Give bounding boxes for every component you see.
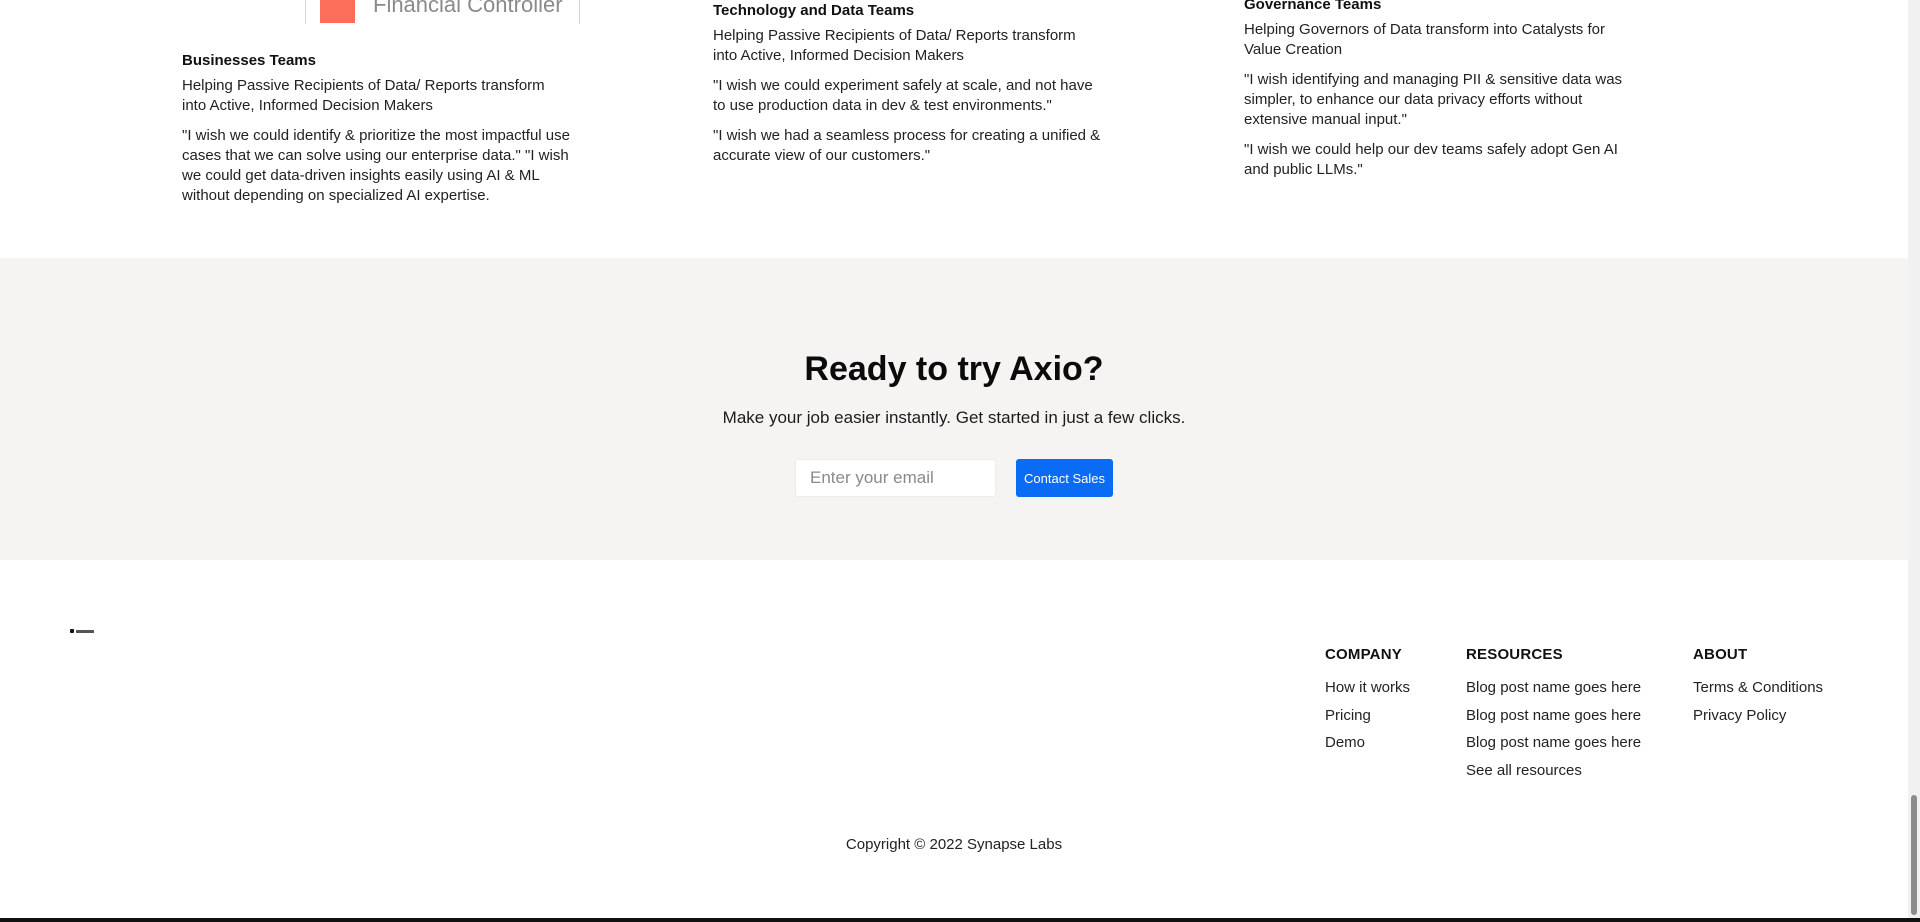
team-title: Businesses Teams [182,52,316,69]
footer-link-see-all-resources[interactable]: See all resources [1466,762,1641,780]
email-input[interactable] [795,459,996,497]
team-quote: "I wish identifying and managing PII & s… [1244,71,1623,128]
footer-link-list: Terms & Conditions Privacy Policy [1693,679,1823,725]
financial-controller-logo-card: Financial Controller [305,0,580,24]
cta-title: Ready to try Axio? [804,350,1104,388]
footer: COMPANY How it works Pricing Demo RESOUR… [0,560,1908,918]
team-description: Helping Governors of Data transform into… [1244,21,1605,58]
page-scrollbar[interactable] [1908,0,1920,918]
bottom-edge-bar [0,918,1920,922]
team-description: Helping Passive Recipients of Data/ Repo… [713,27,1076,64]
logo-square-icon [320,0,355,23]
footer-link-blog-post[interactable]: Blog post name goes here [1466,734,1641,752]
scrollbar-thumb[interactable] [1911,795,1917,915]
footer-link-privacy[interactable]: Privacy Policy [1693,707,1823,725]
team-description: Helping Passive Recipients of Data/ Repo… [182,77,545,114]
footer-column-company: COMPANY How it works Pricing Demo [1325,646,1410,762]
footer-link-terms[interactable]: Terms & Conditions [1693,679,1823,697]
footer-column-title: ABOUT [1693,646,1748,663]
footer-column-about: ABOUT Terms & Conditions Privacy Policy [1693,646,1823,734]
team-card-business: Businesses Teams Helping Passive Recipie… [182,51,572,206]
cta-subtitle: Make your job easier instantly. Get star… [722,408,1186,427]
team-quote: "I wish we could help our dev teams safe… [1244,141,1618,178]
logo-card-label: Financial Controller [373,0,563,17]
footer-link-list: How it works Pricing Demo [1325,679,1410,752]
logo-mark-icon [70,629,74,633]
cta-section: Ready to try Axio? Make your job easier … [0,258,1908,560]
footer-link-blog-post[interactable]: Blog post name goes here [1466,707,1641,725]
footer-link-list: Blog post name goes here Blog post name … [1466,679,1641,780]
team-card-governance: Governance Teams Helping Governors of Da… [1244,0,1634,180]
logo-wordmark-icon [76,630,94,633]
footer-column-resources: RESOURCES Blog post name goes here Blog … [1466,646,1641,789]
team-title: Governance Teams [1244,0,1382,13]
teams-section: Financial Controller Businesses Teams He… [0,0,1908,258]
team-quote: "I wish we could experiment safely at sc… [713,77,1093,114]
footer-link-blog-post[interactable]: Blog post name goes here [1466,679,1641,697]
footer-column-title: COMPANY [1325,646,1402,663]
footer-column-title: RESOURCES [1466,646,1563,663]
team-card-technology: Technology and Data Teams Helping Passiv… [713,1,1103,166]
contact-sales-button[interactable]: Contact Sales [1016,459,1113,497]
footer-link-pricing[interactable]: Pricing [1325,707,1410,725]
team-title: Technology and Data Teams [713,2,915,19]
footer-link-demo[interactable]: Demo [1325,734,1410,752]
footer-logo[interactable] [70,629,94,635]
footer-link-how-it-works[interactable]: How it works [1325,679,1410,697]
team-quote: "I wish we could identify & prioritize t… [182,127,570,204]
team-quote: "I wish we had a seamless process for cr… [713,127,1101,164]
copyright-text: Copyright © 2022 Synapse Labs [845,836,1063,853]
